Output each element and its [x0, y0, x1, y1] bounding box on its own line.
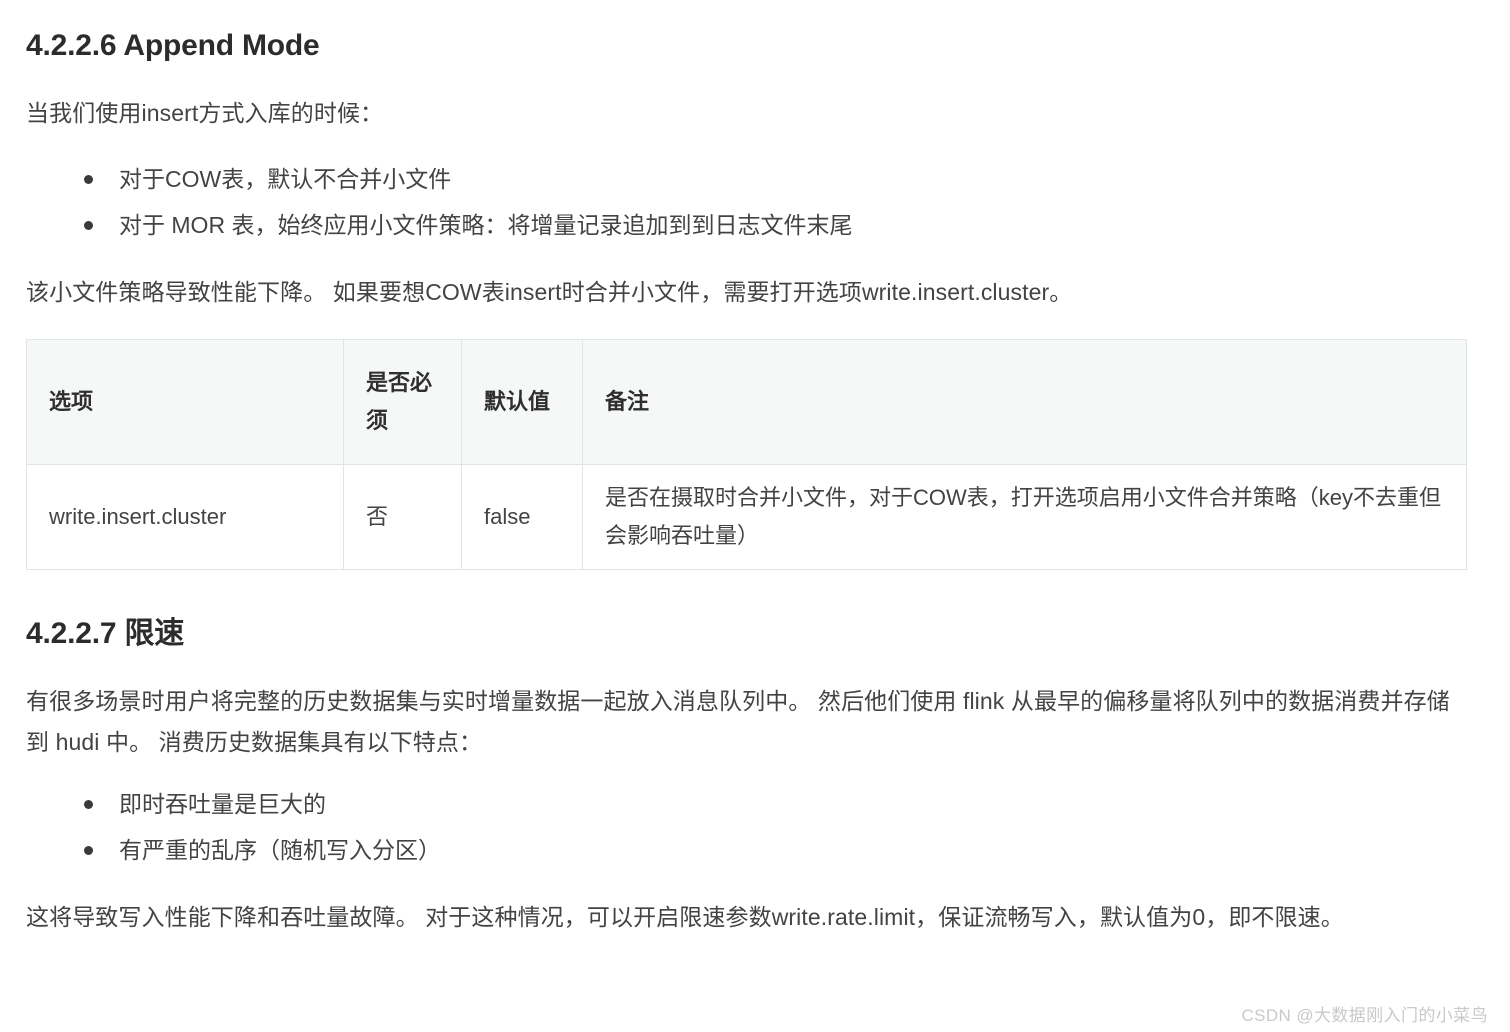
table-body: write.insert.cluster 否 false 是否在摄取时合并小文件…	[26, 464, 1467, 570]
table-header: 选项 是否必须 默认值 备注	[26, 339, 1467, 465]
list-item: 即时吞吐量是巨大的	[84, 781, 1466, 827]
list-item-label: 对于COW表，默认不合并小文件	[119, 166, 452, 192]
document-page: 4.2.2.6 Append Mode 当我们使用insert方式入库的时候： …	[0, 0, 1510, 1032]
column-header-remark: 备注	[582, 339, 1467, 465]
section-heading-rate-limit: 4.2.2.7 限速	[26, 617, 185, 650]
table-header-row: 选项 是否必须 默认值 备注	[26, 339, 1467, 465]
bullet-dot-icon	[84, 800, 93, 809]
list-item: 有严重的乱序（随机写入分区）	[84, 827, 1466, 873]
bullet-dot-icon	[84, 175, 93, 184]
table-row: write.insert.cluster 否 false 是否在摄取时合并小文件…	[26, 464, 1467, 570]
bullet-dot-icon	[84, 846, 93, 855]
csdn-watermark: CSDN @大数据刚入门的小菜鸟	[1241, 1006, 1488, 1025]
paragraph-rate-limit-intro: 有很多场景时用户将完整的历史数据集与实时增量数据一起放入消息队列中。 然后他们使…	[26, 688, 1450, 755]
list-item: 对于 MOR 表，始终应用小文件策略：将增量记录追加到到日志文件末尾	[84, 202, 1466, 248]
cell-required: 否	[343, 464, 462, 570]
section-heading-append-mode: 4.2.2.6 Append Mode	[26, 29, 320, 62]
paragraph-append-mode-note: 该小文件策略导致性能下降。 如果要想COW表insert时合并小文件，需要打开选…	[26, 279, 1073, 305]
list-item: 对于COW表，默认不合并小文件	[84, 156, 1466, 202]
bullet-list-rate-limit: 即时吞吐量是巨大的 有严重的乱序（随机写入分区）	[26, 781, 1466, 873]
column-header-option: 选项	[26, 339, 344, 465]
column-header-default: 默认值	[461, 339, 583, 465]
list-item-label: 有严重的乱序（随机写入分区）	[119, 837, 441, 863]
cell-remark: 是否在摄取时合并小文件，对于COW表，打开选项启用小文件合并策略（key不去重但…	[582, 464, 1467, 570]
cell-default: false	[461, 464, 583, 570]
cell-option: write.insert.cluster	[26, 464, 344, 570]
bullet-dot-icon	[84, 221, 93, 230]
paragraph-rate-limit-note: 这将导致写入性能下降和吞吐量故障。 对于这种情况，可以开启限速参数write.r…	[26, 904, 1344, 930]
list-item-label: 即时吞吐量是巨大的	[119, 791, 326, 817]
bullet-list-append-mode: 对于COW表，默认不合并小文件 对于 MOR 表，始终应用小文件策略：将增量记录…	[26, 156, 1466, 248]
options-table: 选项 是否必须 默认值 备注 write.insert.cluster 否 fa…	[26, 339, 1467, 570]
column-header-required: 是否必须	[343, 339, 462, 465]
list-item-label: 对于 MOR 表，始终应用小文件策略：将增量记录追加到到日志文件末尾	[119, 212, 853, 238]
paragraph-append-mode-intro: 当我们使用insert方式入库的时候：	[26, 100, 384, 126]
